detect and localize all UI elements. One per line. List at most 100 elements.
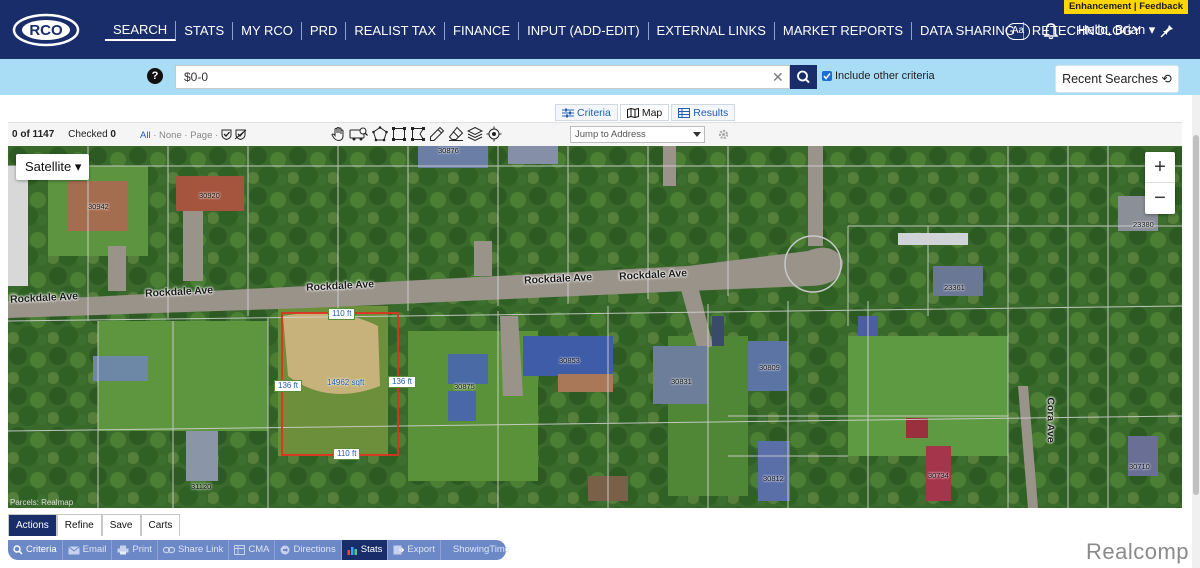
cma-action[interactable]: CMA <box>229 540 276 560</box>
directions-icon <box>280 545 290 555</box>
realcomp-watermark: Realcomp <box>1086 539 1190 564</box>
eraser-icon[interactable] <box>448 126 464 142</box>
tab-results[interactable]: Results <box>671 104 736 121</box>
export-label: Export <box>407 544 435 555</box>
select-all-link[interactable]: All <box>140 130 151 141</box>
print-action[interactable]: Print <box>112 540 158 560</box>
tab-carts[interactable]: Carts <box>140 514 181 536</box>
search-button[interactable] <box>790 65 817 89</box>
select-none-link[interactable]: None <box>159 130 182 141</box>
pencil-icon[interactable] <box>429 126 445 142</box>
street-view-icon[interactable] <box>349 126 369 142</box>
parcel-number: 30853 <box>559 356 580 365</box>
map-toolbar: 0 of 1147 Checked 0 All · None · Page · … <box>8 122 1182 146</box>
bell-icon[interactable] <box>1043 22 1059 40</box>
directions-action[interactable]: Directions <box>275 540 342 560</box>
export-action[interactable]: Export <box>388 540 441 560</box>
nav-external-links[interactable]: EXTERNAL LINKS <box>649 22 775 40</box>
map-type-select[interactable]: Satellite ▾ <box>16 154 89 180</box>
satellite-imagery[interactable] <box>8 146 1182 508</box>
nav-market-reports[interactable]: MARKET REPORTS <box>775 22 913 40</box>
check-shield-off-icon[interactable] <box>234 129 247 141</box>
stats-action[interactable]: Stats <box>341 540 389 560</box>
table-icon <box>678 107 691 118</box>
logo-text: RCO <box>29 22 63 39</box>
parcel-area: 14962 sqft <box>327 378 365 387</box>
select-page-link[interactable]: Page <box>190 130 212 141</box>
top-navigation: RCO SEARCH STATS MY RCO PRD REALIST TAX … <box>0 0 1200 59</box>
tab-criteria[interactable]: Criteria <box>555 104 618 121</box>
stats-label: Stats <box>360 544 383 555</box>
result-count: 0 of 1147 Checked 0 <box>12 129 116 140</box>
tab-map[interactable]: Map <box>619 104 670 121</box>
nav-stats[interactable]: STATS <box>176 22 234 40</box>
parcel-dimension-right: 136 ft <box>388 376 417 388</box>
criteria-action[interactable]: Criteria <box>8 540 63 560</box>
layers-icon[interactable] <box>467 126 483 142</box>
nav-realist-tax[interactable]: REALIST TAX <box>346 22 446 40</box>
tab-refine[interactable]: Refine <box>56 514 102 536</box>
action-bar: Criteria Email Print Share Link CMA Dire… <box>8 540 510 560</box>
search-input[interactable] <box>175 65 790 89</box>
user-menu[interactable]: Hello, Brian ▾ <box>1078 22 1155 38</box>
scrollbar-thumb[interactable] <box>1193 135 1199 495</box>
search-icon <box>797 70 810 84</box>
recent-searches-button[interactable]: Recent Searches ⟲ <box>1055 65 1179 93</box>
font-size-button[interactable]: Aa <box>1006 23 1030 40</box>
checked-label: Checked <box>68 129 108 140</box>
checkbox-checked-icon[interactable] <box>822 71 832 81</box>
nav-search[interactable]: SEARCH <box>105 21 177 41</box>
help-icon[interactable]: ? <box>147 68 163 84</box>
parcel-number: 30809 <box>759 363 780 372</box>
printer-icon <box>117 545 129 555</box>
parcel-number: 30876 <box>438 146 459 155</box>
zoom-in-button[interactable]: + <box>1145 152 1175 183</box>
criteria-label: Criteria <box>26 544 57 555</box>
search-icon <box>13 545 23 555</box>
bottom-tabs: Actions Refine Save Carts <box>8 514 181 536</box>
parcel-number: 31120 <box>191 482 212 491</box>
parcel-number: 30920 <box>199 191 220 200</box>
nav-input[interactable]: INPUT (ADD-EDIT) <box>519 22 649 40</box>
jump-to-address-select[interactable]: Jump to Address <box>570 126 705 143</box>
polygon-draw-icon[interactable] <box>372 126 388 142</box>
clear-icon[interactable]: ✕ <box>772 69 784 86</box>
freeform-draw-icon[interactable] <box>410 126 426 142</box>
share-link-action[interactable]: Share Link <box>158 540 230 560</box>
parcel-dimension-left: 136 ft <box>274 380 303 392</box>
nav-prd[interactable]: PRD <box>302 22 347 40</box>
showingtime-action[interactable]: ShowingTime <box>441 540 515 560</box>
parcel-number: 30812 <box>763 474 784 483</box>
tab-save[interactable]: Save <box>101 514 141 536</box>
directions-label: Directions <box>293 544 336 555</box>
cma-label: CMA <box>248 544 270 555</box>
rco-logo[interactable]: RCO <box>12 12 80 48</box>
map-attribution: Parcels: Realmap <box>10 498 74 507</box>
hand-pan-icon[interactable] <box>330 126 346 142</box>
parcel-number: 23361 <box>944 283 965 292</box>
check-shield-icon[interactable] <box>221 129 232 141</box>
tab-results-label: Results <box>693 106 729 119</box>
tab-actions[interactable]: Actions <box>8 514 57 536</box>
page-scrollbar[interactable] <box>1192 95 1200 568</box>
nav-finance[interactable]: FINANCE <box>445 22 520 40</box>
zoom-out-button[interactable]: − <box>1145 183 1175 214</box>
pin-icon[interactable] <box>1160 24 1174 38</box>
parcel-number: 30831 <box>671 377 692 386</box>
gear-icon[interactable] <box>717 128 730 141</box>
satellite-map[interactable]: Satellite ▾ + − Rockdale Ave Rockdale Av… <box>8 146 1182 508</box>
tab-criteria-label: Criteria <box>577 106 611 119</box>
export-icon <box>393 545 405 555</box>
parcel-number: 30942 <box>88 202 109 211</box>
email-action[interactable]: Email <box>63 540 113 560</box>
nav-my-rco[interactable]: MY RCO <box>233 22 302 40</box>
bar-chart-icon <box>347 547 357 555</box>
parcel-number: 30734 <box>928 471 949 480</box>
parcel-number: 30710 <box>1129 462 1150 471</box>
rectangle-draw-icon[interactable] <box>391 126 407 142</box>
include-other-criteria[interactable]: Include other criteria <box>822 70 935 82</box>
jump-to-address-label: Jump to Address <box>575 129 646 140</box>
map-tools <box>330 126 502 142</box>
enhancement-feedback-link[interactable]: Enhancement | Feedback <box>1064 0 1188 14</box>
target-icon[interactable] <box>486 126 502 142</box>
